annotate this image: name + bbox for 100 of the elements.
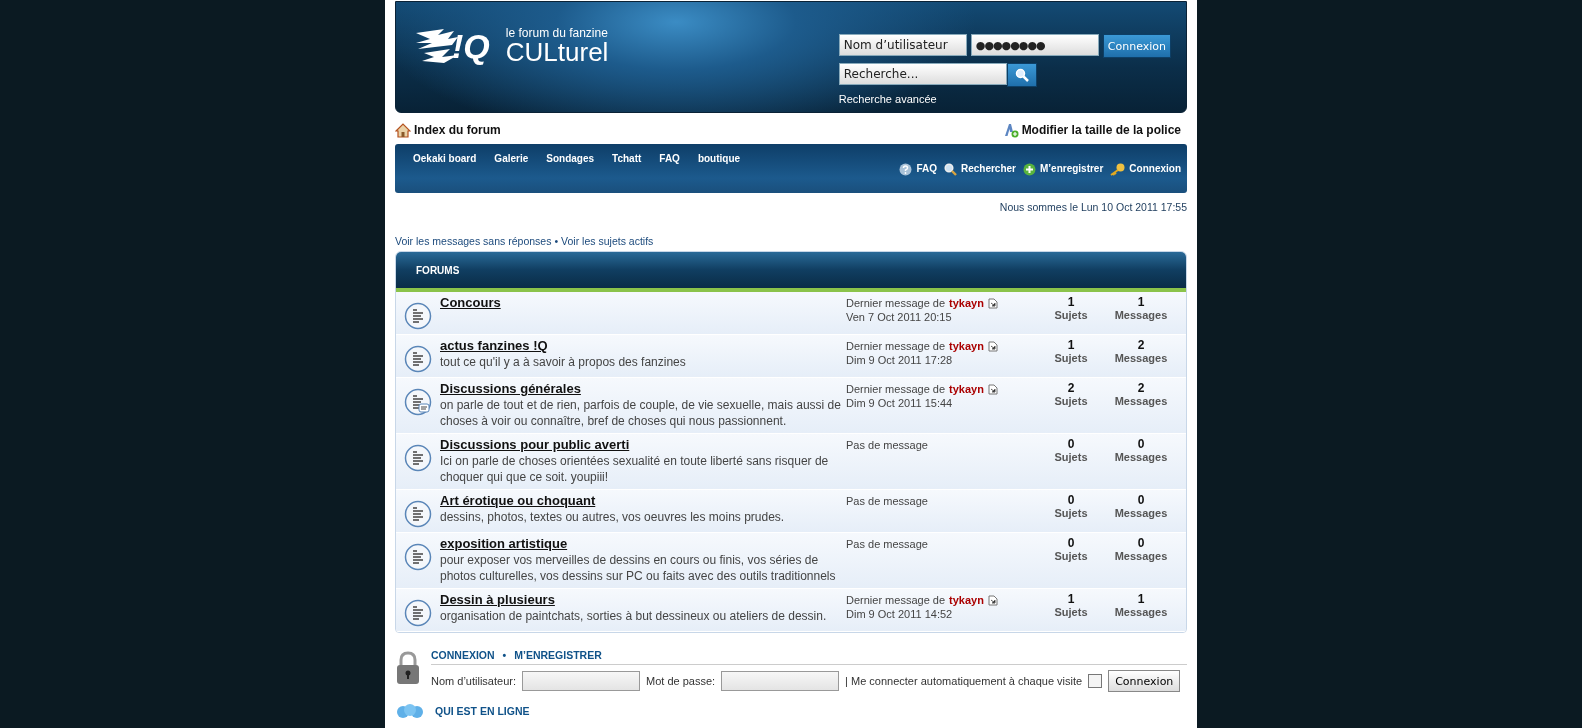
forum-icon xyxy=(404,345,432,373)
forum-icon xyxy=(404,599,432,627)
author-link[interactable]: tykayn xyxy=(949,340,984,352)
search-icon xyxy=(943,163,957,176)
search-icon xyxy=(1014,68,1029,82)
forum-description: on parle de tout et de rien, parfois de couple, de vie sexuelle, mais aussi de choses à voir ou connaître, bref de choses qui nous passionnent. xyxy=(440,397,842,429)
plus-icon xyxy=(1022,163,1036,176)
posts-label: Messages xyxy=(1114,507,1168,519)
forum-title-link[interactable]: Concours xyxy=(440,295,846,311)
forum-description: pour exposer vos merveilles de dessins en cours ou finis, vos séries de photos culturelles, vos dessins sur PC ou faits avec des outils traditionnels xyxy=(440,552,837,584)
forum-description: Ici on parle de choses orientées sexualité en toute liberté sans risquer de choquer qui que ce soit. youpiii! xyxy=(440,453,830,485)
forum-icon xyxy=(404,543,432,571)
forum-title-link[interactable]: exposition artistique xyxy=(440,536,846,552)
quick-link[interactable]: Voir les sujets actifs xyxy=(561,235,654,247)
topic-count: 1 xyxy=(1067,338,1075,352)
search-field[interactable]: Recherche... xyxy=(838,63,1007,85)
login-submit-button[interactable]: Connexion xyxy=(1108,670,1181,692)
posts-label: Messages xyxy=(1114,395,1168,407)
nav-action-link[interactable]: Rechercher xyxy=(960,163,1016,174)
author-link[interactable]: tykayn xyxy=(949,297,984,309)
post-count: 1 xyxy=(1137,295,1145,309)
username-label: Nom d’utilisateur: xyxy=(431,675,516,687)
password-label: Mot de passe: xyxy=(646,675,716,687)
topic-count: 2 xyxy=(1067,381,1075,395)
no-post-text: Pas de message xyxy=(846,439,929,451)
username-field[interactable]: Nom d’utilisateur xyxy=(838,34,967,56)
forum-title-link[interactable]: Art érotique ou choquant xyxy=(440,493,846,509)
lock-icon xyxy=(395,651,421,685)
forum-icon xyxy=(404,444,432,472)
username-input[interactable] xyxy=(522,671,640,691)
posts-label: Messages xyxy=(1114,451,1168,463)
view-post-icon[interactable] xyxy=(987,594,998,606)
quick-link[interactable]: Voir les messages sans réponses xyxy=(395,235,552,247)
forum-title-link[interactable]: Discussions générales xyxy=(440,381,846,397)
posts-label: Messages xyxy=(1114,309,1168,321)
password-input[interactable] xyxy=(721,671,840,691)
view-post-icon[interactable] xyxy=(987,340,998,352)
nav-link[interactable]: boutique xyxy=(697,153,741,193)
no-post-text: Pas de message xyxy=(846,495,929,507)
help-icon xyxy=(899,163,913,176)
nav-link[interactable]: Tchatt xyxy=(612,153,642,193)
logo-mark: !Q xyxy=(452,26,490,66)
topics-label: Sujets xyxy=(1054,550,1088,562)
last-post-label: Dernier message de xyxy=(846,594,946,606)
font-size-icon xyxy=(1002,122,1019,138)
nav-link[interactable]: Galerie xyxy=(494,153,529,193)
last-post-label: Dernier message de xyxy=(846,383,946,395)
topic-count: 0 xyxy=(1067,493,1075,507)
post-count: 1 xyxy=(1137,592,1145,606)
password-field[interactable]: ●●●●●●●● xyxy=(970,34,1099,56)
topics-label: Sujets xyxy=(1054,606,1088,618)
last-post-label: Dernier message de xyxy=(846,340,946,352)
link-separator: • xyxy=(554,235,559,247)
topics-label: Sujets xyxy=(1054,507,1088,519)
house-icon xyxy=(395,122,411,138)
post-count: 2 xyxy=(1137,338,1145,352)
remember-label: | Me connecter automatiquement à chaque visite xyxy=(845,675,1083,687)
search-button[interactable] xyxy=(1006,63,1037,87)
topic-count: 1 xyxy=(1067,592,1075,606)
logo-tagline: le forum du fanzine xyxy=(505,27,609,39)
post-count: 2 xyxy=(1137,381,1145,395)
forum-icon xyxy=(404,500,432,528)
topic-count: 0 xyxy=(1067,437,1075,451)
forum-description: dessins, photos, textes ou autres, vos oeuvres les moins prudes. xyxy=(440,509,786,525)
last-post-date: Dim 9 Oct 2011 14:52 xyxy=(846,608,954,620)
nav-link[interactable]: FAQ xyxy=(659,153,680,193)
no-post-text: Pas de message xyxy=(846,538,929,550)
nav-link[interactable]: Oekaki board xyxy=(413,153,477,193)
posts-label: Messages xyxy=(1114,606,1168,618)
topics-label: Sujets xyxy=(1054,451,1088,463)
forum-title-link[interactable]: Discussions pour public averti xyxy=(440,437,846,453)
remember-checkbox[interactable] xyxy=(1088,674,1103,688)
font-size-link[interactable]: Modifier la taille de la police xyxy=(1021,123,1181,137)
view-post-icon[interactable] xyxy=(987,383,998,395)
nav-link[interactable]: Sondages xyxy=(546,153,595,193)
nav-action-link[interactable]: M’enregistrer xyxy=(1039,163,1104,174)
forum-title-link[interactable]: actus fanzines !Q xyxy=(440,338,846,354)
login-box-link[interactable]: M’ENREGISTRER xyxy=(514,649,602,661)
login-box-link[interactable]: CONNEXION xyxy=(431,649,495,661)
forum-index-link[interactable]: Index du forum xyxy=(414,123,501,137)
login-button[interactable]: Connexion xyxy=(1102,34,1171,58)
topics-label: Sujets xyxy=(1054,395,1088,407)
view-post-icon[interactable] xyxy=(987,297,998,309)
author-link[interactable]: tykayn xyxy=(949,383,984,395)
forum-icon xyxy=(404,302,432,330)
advanced-search-link[interactable]: Recherche avancée xyxy=(838,93,1171,105)
forum-subforum-icon xyxy=(404,388,432,416)
nav-action-link[interactable]: Connexion xyxy=(1129,163,1181,174)
link-separator: • xyxy=(502,649,507,661)
key-icon xyxy=(1110,163,1126,176)
post-count: 0 xyxy=(1137,437,1145,451)
posts-label: Messages xyxy=(1114,550,1168,562)
author-link[interactable]: tykayn xyxy=(949,594,984,606)
forums-heading: FORUMS xyxy=(416,264,460,276)
who-is-online-heading: QUI EST EN LIGNE xyxy=(435,705,530,717)
nav-action-link[interactable]: FAQ xyxy=(916,163,937,174)
site-name: CULturel xyxy=(505,39,609,65)
users-icon xyxy=(395,704,425,718)
last-post-label: Dernier message de xyxy=(846,297,946,309)
forum-title-link[interactable]: Dessin à plusieurs xyxy=(440,592,846,608)
